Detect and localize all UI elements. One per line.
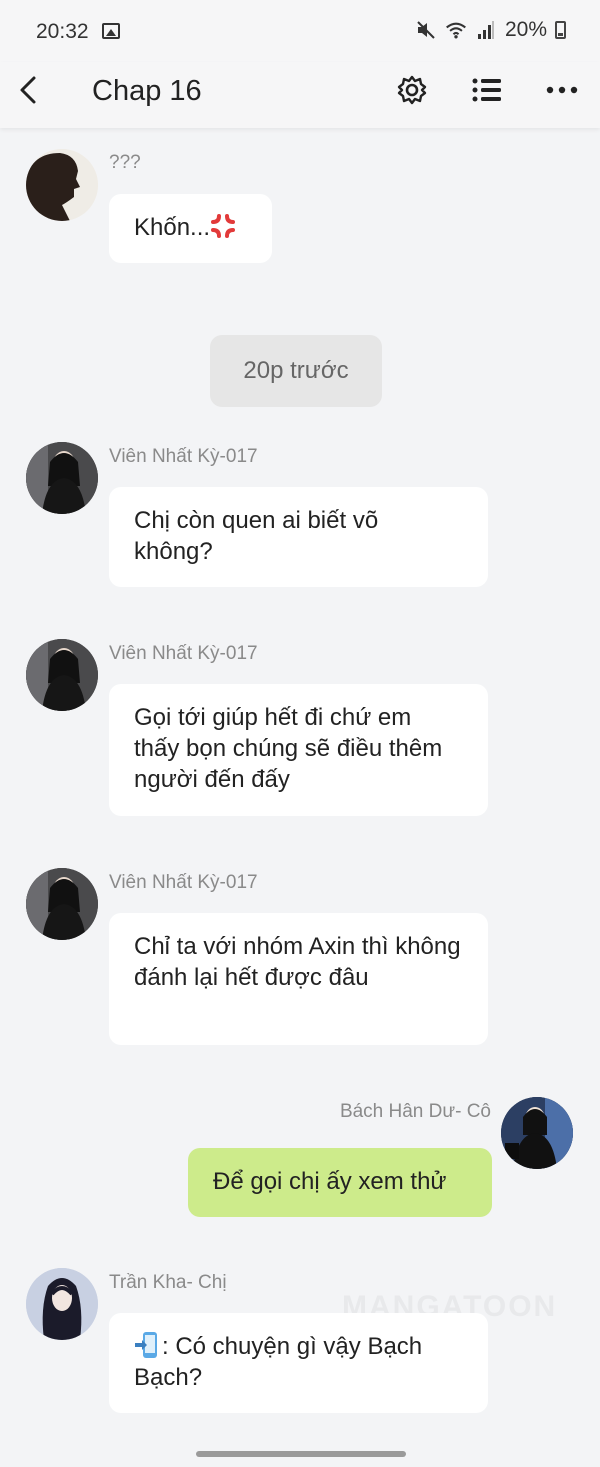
message-text: : Có chuyện gì vậy Bạch Bạch? bbox=[134, 1333, 423, 1391]
signal-icon bbox=[475, 18, 497, 42]
message-bubble[interactable]: Chị còn quen ai biết võ không? bbox=[109, 487, 488, 587]
sender-name: Viên Nhất Kỳ-017 bbox=[109, 446, 258, 467]
time-divider: 20p trước bbox=[210, 335, 382, 407]
message-text: Chỉ ta với nhóm Axin thì không đánh lại … bbox=[134, 933, 461, 991]
anger-icon bbox=[210, 213, 236, 239]
list-icon[interactable] bbox=[467, 72, 507, 108]
more-icon[interactable] bbox=[542, 72, 582, 108]
back-icon[interactable] bbox=[14, 72, 44, 108]
sender-name: Viên Nhất Kỳ-017 bbox=[109, 872, 258, 893]
message-text: Gọi tới giúp hết đi chứ em thấy bọn chún… bbox=[134, 704, 443, 793]
wifi-icon bbox=[445, 18, 467, 42]
avatar[interactable] bbox=[26, 149, 98, 221]
message-bubble-own[interactable]: Để gọi chị ấy xem thử bbox=[188, 1148, 492, 1217]
sender-name: ??? bbox=[109, 152, 141, 173]
message-bubble[interactable]: Chỉ ta với nhóm Axin thì không đánh lại … bbox=[109, 913, 488, 1045]
sender-name: Viên Nhất Kỳ-017 bbox=[109, 643, 258, 664]
message-text: Chị còn quen ai biết võ không? bbox=[134, 507, 379, 565]
top-app-bar: Chap 16 bbox=[0, 62, 600, 128]
avatar[interactable] bbox=[26, 639, 98, 711]
message-bubble[interactable]: Khốn... bbox=[109, 194, 272, 263]
chapter-title: Chap 16 bbox=[92, 75, 202, 107]
status-time: 20:32 bbox=[36, 20, 89, 43]
image-icon bbox=[102, 23, 120, 39]
sender-name: Bách Hân Dư- Cô bbox=[339, 1101, 491, 1122]
status-icons: 20% bbox=[415, 18, 566, 42]
settings-icon[interactable] bbox=[392, 72, 432, 108]
avatar[interactable] bbox=[26, 868, 98, 940]
battery-icon bbox=[555, 21, 566, 39]
message-text: Khốn... bbox=[134, 214, 211, 241]
avatar[interactable] bbox=[26, 1268, 98, 1340]
sender-name: Trần Kha- Chị bbox=[109, 1272, 227, 1293]
message-bubble[interactable]: : Có chuyện gì vậy Bạch Bạch? bbox=[109, 1313, 488, 1413]
battery-percent: 20% bbox=[504, 18, 547, 41]
avatar[interactable] bbox=[501, 1097, 573, 1169]
message-bubble[interactable]: Gọi tới giúp hết đi chứ em thấy bọn chún… bbox=[109, 684, 488, 816]
mute-icon bbox=[415, 18, 437, 42]
avatar[interactable] bbox=[26, 442, 98, 514]
message-text: Để gọi chị ấy xem thử bbox=[213, 1168, 447, 1195]
status-bar: 20:32 20% bbox=[0, 0, 600, 62]
phone-icon bbox=[134, 1331, 160, 1359]
home-indicator[interactable] bbox=[196, 1451, 406, 1457]
